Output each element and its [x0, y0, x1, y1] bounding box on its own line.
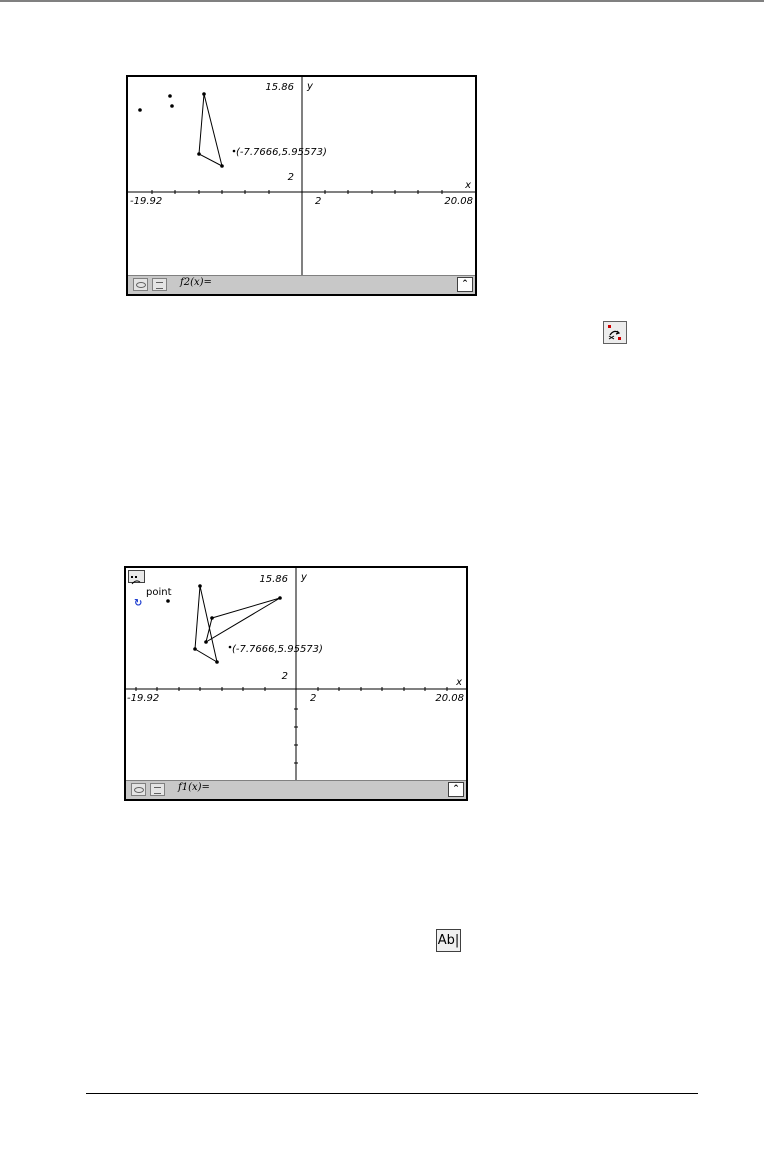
graph-screen-1: 15.86 y (-7.7666,5.95573) 2 x -19.92 2 2… [126, 75, 477, 296]
coord-label: (-7.7666,5.95573) [236, 147, 327, 158]
triangle-vertex[interactable] [198, 584, 202, 588]
graph-canvas-2[interactable]: 15.86 y (-7.7666,5.95573) 2 x -19.92 2 2… [126, 568, 466, 780]
footer-rule [86, 1093, 698, 1094]
x-scale-label: 2 [310, 693, 316, 704]
triangle-vertex[interactable] [204, 640, 208, 644]
expand-up-icon[interactable]: ⌃ [448, 782, 464, 797]
triangle-vertex[interactable] [202, 92, 206, 96]
y-scale-label: 2 [288, 172, 294, 183]
graph-canvas-1[interactable]: 15.86 y (-7.7666,5.95573) 2 x -19.92 2 2… [128, 77, 475, 275]
history-icon[interactable] [152, 278, 167, 291]
entry-line-bar: f2(x)= ⌃ [128, 275, 475, 294]
rotate-cursor-icon: ↻ [134, 598, 143, 609]
triangle-shape[interactable] [198, 93, 223, 167]
graph-screen-2: 15.86 y (-7.7666,5.95573) 2 x -19.92 2 2… [124, 566, 468, 801]
top-border-line [0, 0, 764, 2]
triangle-vertex[interactable] [193, 647, 197, 651]
point-label: point [146, 587, 172, 598]
y-max-label: 15.86 [265, 82, 294, 93]
free-point[interactable] [138, 108, 142, 112]
x-axis-label: x [464, 180, 471, 191]
y-max-label: 15.86 [259, 574, 288, 585]
coord-label: (-7.7666,5.95573) [232, 644, 323, 655]
entry-line-input[interactable]: f1(x)= [178, 782, 210, 793]
x-max-label: 20.08 [444, 196, 473, 207]
entry-line-input[interactable]: f2(x)= [180, 277, 212, 288]
x-min-label: -19.92 [130, 196, 162, 207]
rotation-tool-icon [603, 321, 627, 344]
x-min-label: -19.92 [127, 693, 159, 704]
triangle-vertex[interactable] [278, 596, 282, 600]
expand-up-icon[interactable]: ⌃ [457, 277, 473, 292]
active-tool-icon [128, 570, 145, 585]
y-scale-label: 2 [282, 671, 288, 682]
rotated-triangle-shape[interactable] [205, 597, 281, 644]
x-max-label: 20.08 [435, 693, 464, 704]
triangle-vertex[interactable] [215, 660, 219, 664]
eye-icon[interactable] [131, 783, 146, 796]
triangle-vertex[interactable] [197, 152, 201, 156]
triangle-shape[interactable] [194, 585, 218, 664]
free-point[interactable] [170, 104, 174, 108]
rotation-glyph-icon [608, 325, 621, 340]
y-axis-label: y [300, 572, 308, 583]
rotation-glyph-icon [131, 576, 141, 585]
coord-point[interactable] [228, 645, 232, 649]
coord-point[interactable] [232, 149, 236, 153]
eye-icon[interactable] [133, 278, 148, 291]
center-point[interactable] [166, 599, 170, 603]
triangle-vertex[interactable] [210, 616, 214, 620]
history-icon[interactable] [150, 783, 165, 796]
text-tool-icon: Ab| [436, 929, 461, 952]
free-point[interactable] [168, 94, 172, 98]
triangle-vertex[interactable] [220, 164, 224, 168]
entry-line-bar: f1(x)= ⌃ [126, 780, 466, 799]
x-scale-label: 2 [315, 196, 321, 207]
x-axis-label: x [455, 677, 462, 688]
y-axis-label: y [306, 81, 314, 92]
